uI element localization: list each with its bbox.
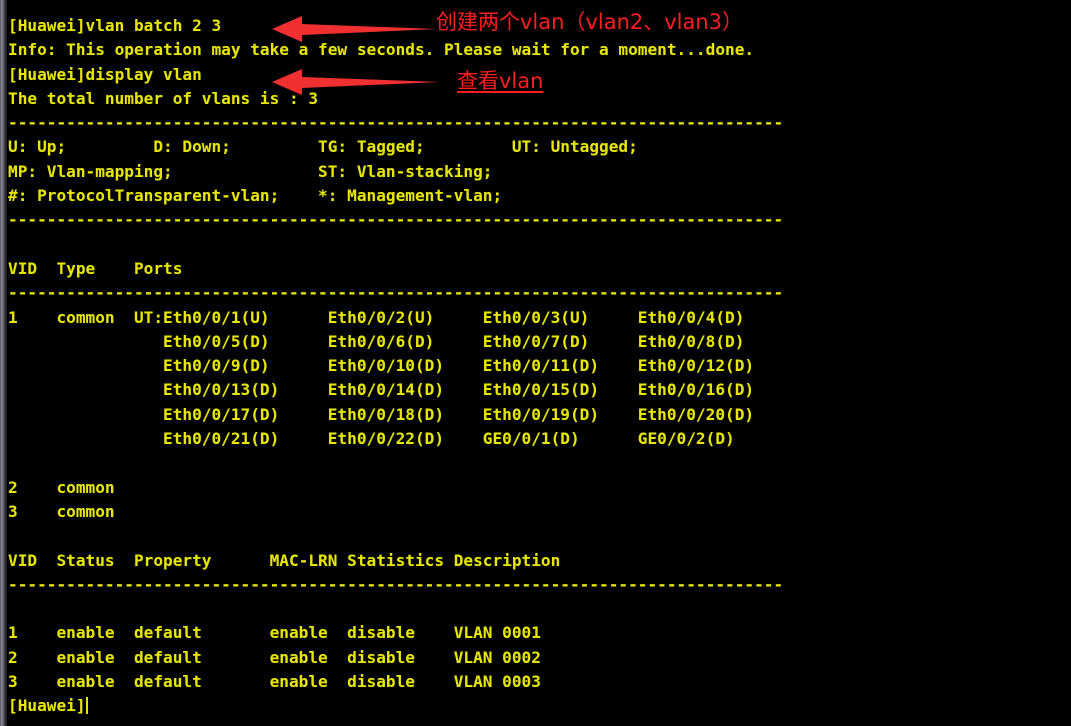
- terminal-line: 2 enable default enable disable VLAN 000…: [8, 647, 541, 667]
- annotation-label-create-vlans: 创建两个vlan（vlan2、vlan3）: [436, 10, 744, 34]
- terminal-output[interactable]: [Huawei]vlan batch 2 3 Info: This operati…: [8, 14, 1063, 719]
- text-cursor: [85, 697, 88, 715]
- annotation-arrow-1: [272, 16, 437, 42]
- terminal-window: [Huawei]vlan batch 2 3 Info: This operati…: [0, 0, 1071, 726]
- terminal-line: 3 enable default enable disable VLAN 000…: [8, 672, 541, 692]
- terminal-line: [Huawei]: [8, 696, 88, 716]
- terminal-line: VID Type Ports: [8, 258, 183, 278]
- terminal-line: 3 common: [8, 501, 115, 521]
- terminal-line: Eth0/0/5(D) Eth0/0/6(D) Eth0/0/7(D) Eth0…: [8, 331, 745, 351]
- terminal-line: 1 common UT:Eth0/0/1(U) Eth0/0/2(U) Eth0…: [8, 307, 745, 327]
- annotation-label-view-vlan: 查看vlan: [457, 69, 544, 93]
- terminal-line: 1 enable default enable disable VLAN 000…: [8, 623, 541, 643]
- scrollbar-thumb[interactable]: [1, 0, 5, 726]
- terminal-line: #: ProtocolTransparent-vlan; *: Manageme…: [8, 186, 503, 206]
- terminal-line: Eth0/0/21(D) Eth0/0/22(D) GE0/0/1(D) GE0…: [8, 429, 735, 449]
- terminal-line: Eth0/0/9(D) Eth0/0/10(D) Eth0/0/11(D) Et…: [8, 356, 755, 376]
- terminal-line: ----------------------------------------…: [8, 283, 784, 303]
- terminal-line: 2 common: [8, 477, 115, 497]
- terminal-line: Eth0/0/17(D) Eth0/0/18(D) Eth0/0/19(D) E…: [8, 404, 755, 424]
- terminal-line: VID Status Property MAC-LRN Statistics D…: [8, 550, 561, 570]
- terminal-line: ----------------------------------------…: [8, 210, 784, 230]
- terminal-line: Eth0/0/13(D) Eth0/0/14(D) Eth0/0/15(D) E…: [8, 380, 755, 400]
- terminal-line: ----------------------------------------…: [8, 574, 784, 594]
- vertical-scrollbar[interactable]: [0, 0, 7, 726]
- terminal-line: U: Up; D: Down; TG: Tagged; UT: Untagged…: [8, 137, 638, 157]
- terminal-line: Info: This operation may take a few seco…: [8, 40, 755, 60]
- annotation-arrow-2: [272, 69, 440, 95]
- terminal-line: ----------------------------------------…: [8, 113, 784, 133]
- terminal-line: MP: Vlan-mapping; ST: Vlan-stacking;: [8, 161, 493, 181]
